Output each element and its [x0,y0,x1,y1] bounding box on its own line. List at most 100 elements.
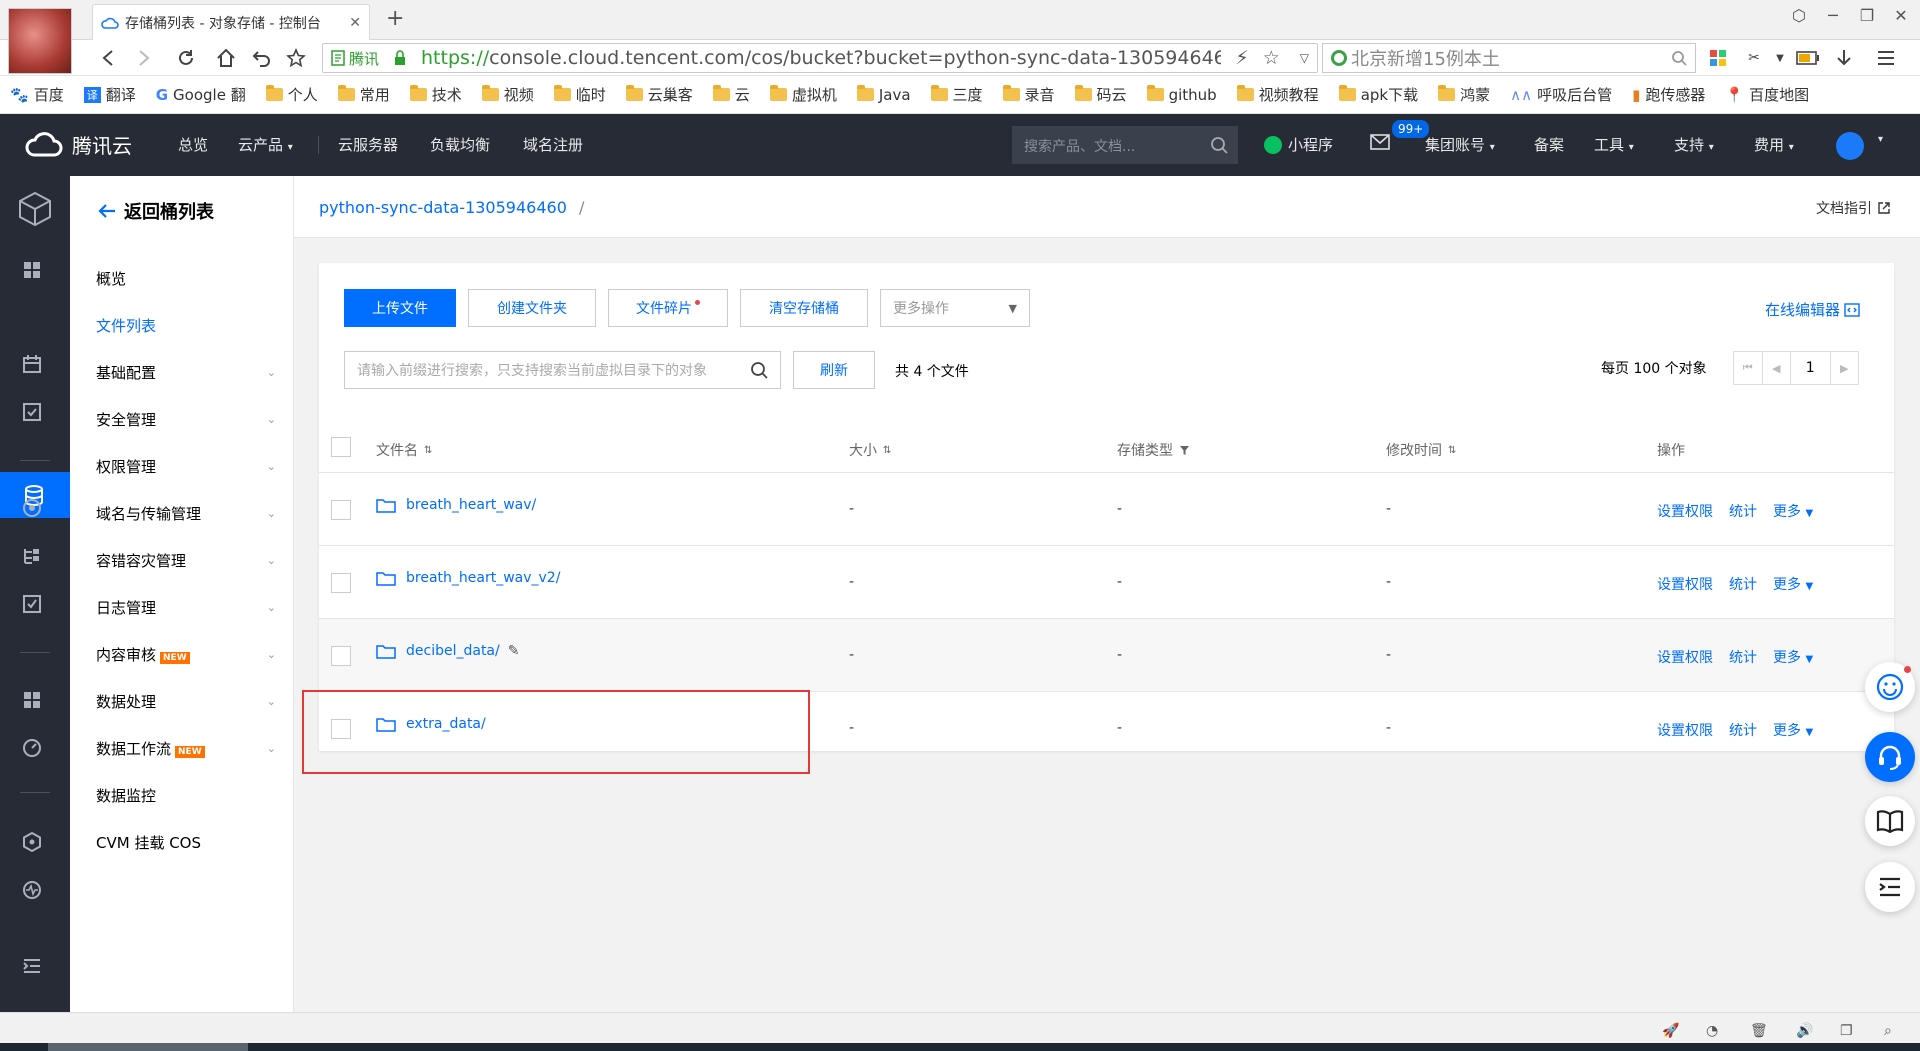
stats-link[interactable]: 统计 [1729,574,1757,594]
cos-product-icon[interactable] [16,190,54,228]
dropdown-small-icon[interactable]: ▼ [1766,44,1794,72]
secure-badge[interactable]: 腾讯 [331,48,407,69]
set-permission-link[interactable]: 设置权限 [1657,574,1713,594]
customer-service-button[interactable] [1865,732,1915,782]
browser-tab[interactable]: 存储桶列表 - 对象存储 - 控制台 ✕ [92,4,370,40]
scissors-icon[interactable]: ✂ [1740,44,1768,72]
more-menu[interactable]: 更多 ▼ [1773,720,1813,740]
select-all-checkbox[interactable] [331,437,351,457]
bookmark-folder[interactable]: Java [856,85,911,104]
bookmark-folder[interactable]: 云巢客 [625,84,693,105]
sidebar-item-file-list[interactable]: 文件列表 [96,315,276,336]
group-account-menu[interactable]: 集团账号 ▾ [1425,134,1495,155]
sidebar-item-data-workflow[interactable]: 数据工作流 NEW ⌄ [96,738,276,759]
bookmark-folder[interactable]: 视频 [481,84,534,105]
outline-menu-button[interactable] [1865,862,1915,912]
back-icon[interactable] [94,44,122,72]
browser-search-box[interactable]: 北京新增15例本土 [1322,43,1696,73]
filter-icon[interactable] [1179,445,1190,456]
hierarchy-icon[interactable] [22,546,48,572]
support-menu[interactable]: 支持 ▾ [1674,134,1714,155]
nav-clb[interactable]: 负载均衡 [430,134,490,155]
upload-file-button[interactable]: 上传文件 [344,289,456,327]
bookmark-folder[interactable]: 视频教程 [1236,84,1319,105]
search-icon[interactable] [1210,136,1228,154]
bookmark-folder[interactable]: 虚拟机 [769,84,837,105]
restore-icon[interactable]: ❐ [1852,6,1882,25]
undo-icon[interactable] [248,44,276,72]
mail-icon[interactable] [1370,134,1390,150]
bookmark-huxi[interactable]: ∧∧ 呼吸后台管 [1510,84,1612,105]
bookmark-folder[interactable]: 常用 [337,84,390,105]
favorite-star-icon[interactable]: ☆ [1263,47,1280,69]
bookmark-folder[interactable]: 技术 [409,84,462,105]
miniprogram-link[interactable]: 小程序 [1264,134,1333,155]
stats-link[interactable]: 统计 [1729,501,1757,521]
stats-link[interactable]: 统计 [1729,720,1757,740]
taskbar-item[interactable] [48,1043,248,1051]
sidebar-item-logs[interactable]: 日志管理 ⌄ [96,597,276,618]
bookmark-translate[interactable]: 译翻译 [83,84,136,105]
clear-bucket-button[interactable]: 清空存储桶 [740,289,868,327]
feedback-smile-button[interactable] [1865,662,1915,712]
speed-icon[interactable]: ◔ [1706,1023,1718,1039]
zoom-search-icon[interactable]: ⌕ [1884,1023,1892,1039]
bookmark-folder[interactable]: 鸿蒙 [1438,84,1490,105]
bookmark-folder[interactable]: apk下载 [1338,84,1418,105]
bookmark-folder[interactable]: 个人 [265,84,318,105]
console-search-input[interactable]: 搜索产品、文档... [1012,126,1238,164]
new-tab-icon[interactable]: + [386,6,404,31]
nav-overview[interactable]: 总览 [178,134,208,155]
nav-domain[interactable]: 域名注册 [523,134,583,155]
col-storage-class[interactable]: 存储类型 [1117,440,1190,460]
address-bar[interactable]: 腾讯 https:// console.cloud.tencent.com/co… [322,43,1318,73]
reload-icon[interactable] [172,44,200,72]
user-avatar-thumbnail[interactable] [8,8,72,74]
bookmark-folder[interactable]: 录音 [1002,84,1055,105]
sidebar-item-domain-transfer[interactable]: 域名与传输管理 ⌄ [96,503,276,524]
apps-icon[interactable] [1704,44,1732,72]
bookmark-folder[interactable]: 云 [712,84,750,105]
dashboard-icon[interactable] [22,260,48,286]
lightning-icon[interactable]: ⚡ [1235,47,1248,69]
sidebar-item-security[interactable]: 安全管理 ⌄ [96,409,276,430]
grid-icon[interactable] [22,690,48,716]
bookmark-google-translate[interactable]: G Google 翻 [156,84,246,105]
create-folder-button[interactable]: 创建文件夹 [468,289,596,327]
skin-icon[interactable]: ⬡ [1784,6,1814,25]
row-checkbox[interactable] [331,500,351,520]
home-icon[interactable] [212,44,240,72]
sidebar-item-cvm-mount[interactable]: CVM 挂载 COS [96,832,276,853]
file-name-link[interactable]: decibel_data/ ✎ [376,643,519,659]
caret-down-icon[interactable]: ▾ [1878,134,1883,145]
user-avatar-icon[interactable] [1836,132,1864,160]
set-permission-link[interactable]: 设置权限 [1657,501,1713,521]
tools-menu[interactable]: 工具 ▾ [1594,134,1634,155]
billing-menu[interactable]: 费用 ▾ [1754,134,1794,155]
star-icon[interactable] [282,44,310,72]
nav-products[interactable]: 云产品 ▾ [238,134,293,155]
col-filename[interactable]: 文件名 ⇅ [376,440,432,460]
minimize-icon[interactable]: ─ [1818,6,1848,25]
sidebar-item-data-processing[interactable]: 数据处理 ⌄ [96,691,276,712]
documentation-button[interactable] [1865,796,1915,846]
brand-logo[interactable]: 腾讯云 [24,130,132,159]
sidebar-item-content-review[interactable]: 内容审核 NEW ⌄ [96,644,276,665]
battery-icon[interactable] [1794,44,1822,72]
more-menu[interactable]: 更多 ▼ [1773,501,1813,521]
trash-icon[interactable]: 🗑 [1750,1023,1768,1039]
back-to-bucket-list[interactable]: 返回桶列表 [98,198,214,224]
breadcrumb-bucket-name[interactable]: python-sync-data-1305946460 [319,198,567,217]
bookmark-sensor[interactable]: ▮ 跑传感器 [1632,84,1705,105]
bookmark-folder[interactable]: 三度 [930,84,983,105]
file-fragments-button[interactable]: 文件碎片 [608,289,728,327]
hexagon-icon[interactable] [22,832,48,858]
prefix-search-input[interactable]: 请输入前缀进行搜索，只支持搜索当前虚拟目录下的对象 [344,351,781,389]
bookmark-baidu[interactable]: 🐾 百度 [10,84,64,105]
sidebar-item-overview[interactable]: 概览 [96,268,276,289]
col-modified-time[interactable]: 修改时间 ⇅ [1386,440,1456,460]
nav-cvm[interactable]: 云服务器 [338,134,398,155]
sidebar-item-basic-config[interactable]: 基础配置 ⌄ [96,362,276,383]
sidebar-item-data-monitoring[interactable]: 数据监控 [96,785,276,806]
online-editor-link[interactable]: 在线编辑器 [1765,299,1860,320]
